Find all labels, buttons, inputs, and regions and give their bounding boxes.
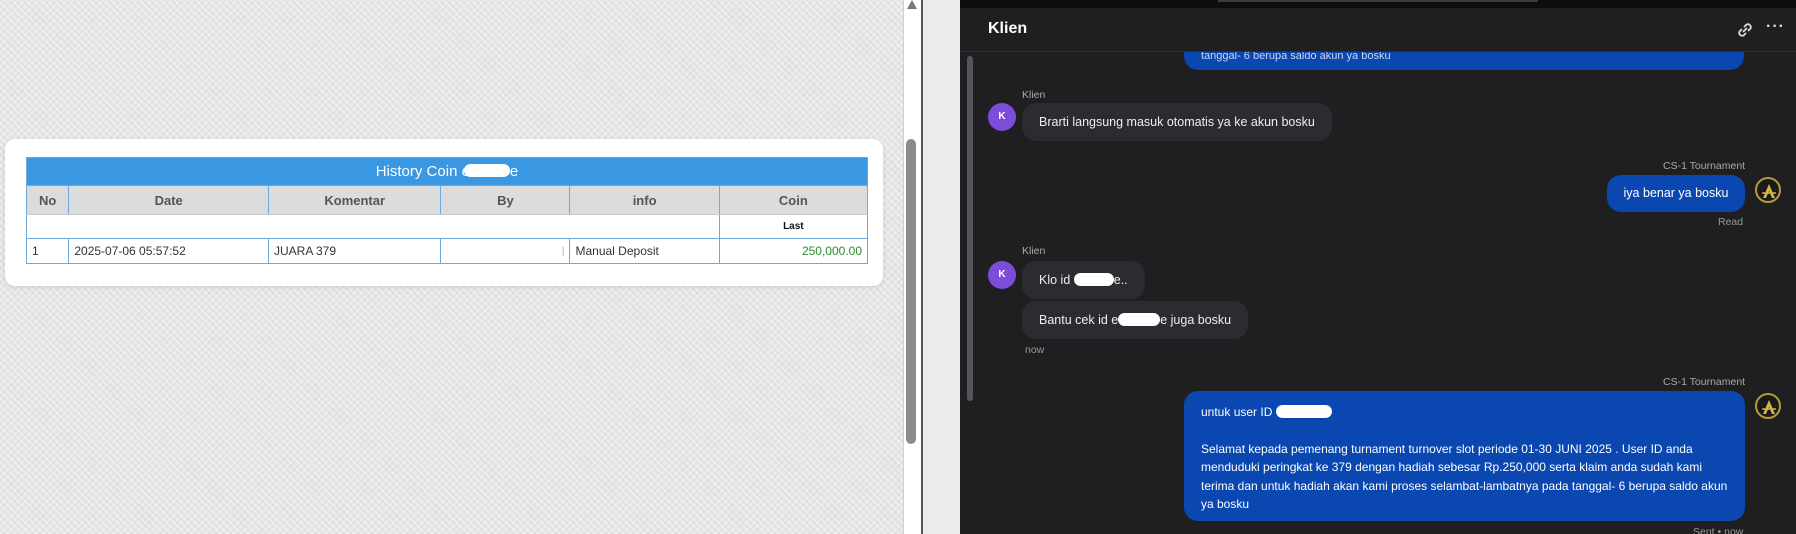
cell-info: Manual Deposit	[569, 238, 720, 264]
sender-label: CS-1 Tournament	[1663, 160, 1746, 172]
cs-logo-icon	[1762, 400, 1776, 414]
message-status: Read	[1718, 216, 1744, 228]
cell-by: |	[440, 238, 571, 264]
top-strip-bar	[1218, 0, 1538, 2]
message-bubble: Brarti langsung masuk otomatis ya ke aku…	[1022, 103, 1332, 141]
message-text: Bantu cek id e	[1039, 313, 1119, 327]
message-line1: untuk user ID	[1201, 403, 1728, 422]
table-title-suffix: e	[509, 163, 519, 180]
top-strip	[960, 0, 1796, 8]
history-card: History Coin e e No Date Komentar By info…	[5, 139, 883, 286]
col-header-coin: Coin	[718, 185, 869, 215]
sender-label: CS-1 Tournament	[1663, 376, 1746, 388]
col-header-no: No	[25, 185, 70, 215]
message-text-suffix: e juga bosku	[1160, 313, 1232, 327]
col-header-info: info	[569, 185, 720, 215]
col-header-by: By	[440, 185, 571, 215]
message-text-suffix: e..	[1113, 273, 1128, 287]
redacted-id	[1073, 273, 1114, 286]
cell-komentar: JUARA 379	[267, 238, 442, 264]
sub-header-empty	[26, 214, 720, 239]
avatar: K	[988, 261, 1016, 289]
chat-title: Klien	[988, 20, 1028, 37]
gap-area	[923, 0, 960, 534]
message-bubble: Klo id e..	[1022, 261, 1145, 299]
table-title: History Coin e e	[26, 157, 868, 186]
history-coin-table: History Coin e e No Date Komentar By info…	[25, 157, 869, 264]
avatar	[1755, 177, 1781, 203]
chat-header: Klien ···	[960, 8, 1796, 52]
message-status: Sent • now	[1693, 526, 1744, 534]
message-time: now	[1025, 344, 1045, 356]
chat-scrollbar-thumb[interactable]	[967, 56, 973, 401]
message-paragraph: Selamat kepada pemenang turnament turnov…	[1201, 441, 1728, 512]
left-scrollbar-thumb[interactable]	[906, 139, 916, 444]
redacted-id	[1275, 405, 1332, 418]
message-bubble: untuk user ID Selamat kepada pemenang tu…	[1184, 391, 1745, 521]
sub-header-last: Last	[718, 214, 869, 239]
message-bubble: Bantu cek id e e juga bosku	[1022, 301, 1249, 339]
avatar: K	[988, 103, 1016, 131]
message-text: untuk user ID	[1201, 405, 1276, 419]
message-bubble: iya benar ya bosku	[1607, 175, 1745, 212]
cell-date: 2025-07-06 05:57:52	[68, 238, 269, 264]
table-title-text: History Coin e	[375, 163, 470, 180]
cs-logo-icon	[1762, 184, 1776, 198]
sender-label: Klien	[1022, 89, 1046, 101]
sender-label: Klien	[1022, 245, 1046, 257]
more-icon[interactable]: ···	[1766, 19, 1786, 40]
col-header-komentar: Komentar	[267, 185, 442, 215]
scroll-up-arrow-icon[interactable]	[907, 0, 917, 9]
redacted-username	[463, 164, 510, 177]
chat-panel: Klien ··· tanggal- 6 berupa saldo akun y…	[960, 0, 1796, 534]
table-row: 1 2025-07-06 05:57:52 JUARA 379 | Manual…	[25, 238, 869, 264]
link-icon[interactable]	[1735, 20, 1755, 40]
redacted-id	[1118, 313, 1161, 326]
col-header-date: Date	[68, 185, 269, 215]
avatar	[1755, 393, 1781, 419]
history-panel: History Coin e e No Date Komentar By info…	[0, 0, 903, 534]
cell-coin: 250,000.00	[718, 238, 869, 264]
cell-no: 1	[25, 238, 70, 264]
message-text: Klo id	[1039, 273, 1074, 287]
